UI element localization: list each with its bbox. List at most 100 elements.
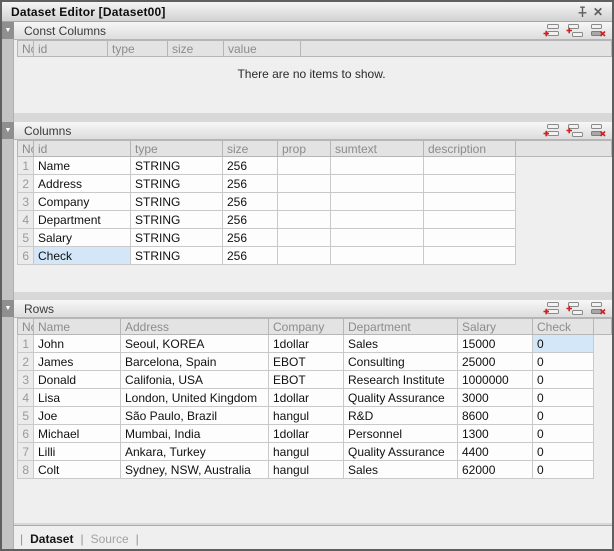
data-cell[interactable]: hangul [269,461,344,479]
data-cell[interactable]: STRING [131,229,223,247]
column-header[interactable]: prop [278,141,331,157]
column-header[interactable]: value [224,41,301,57]
column-header[interactable]: Department [344,319,458,335]
data-cell[interactable] [424,175,516,193]
data-cell[interactable]: 256 [223,247,278,265]
data-cell[interactable] [331,247,424,265]
data-cell[interactable] [331,175,424,193]
delete-row-button[interactable] [589,23,606,38]
column-header[interactable]: No [18,141,34,157]
data-cell[interactable]: 1000000 [458,371,533,389]
column-header[interactable]: size [223,141,278,157]
data-cell[interactable]: STRING [131,175,223,193]
row-number-cell[interactable]: 5 [18,229,34,247]
data-cell[interactable] [278,193,331,211]
insert-row-button[interactable] [566,23,583,38]
data-cell[interactable]: 1dollar [269,425,344,443]
data-cell[interactable]: Colt [34,461,121,479]
row-number-cell[interactable]: 6 [18,425,34,443]
add-row-button[interactable] [543,123,560,138]
data-cell[interactable] [331,193,424,211]
tab-source[interactable]: Source [91,532,129,546]
row-number-cell[interactable]: 2 [18,175,34,193]
data-cell[interactable]: 0 [533,425,594,443]
data-cell[interactable]: 4400 [458,443,533,461]
data-cell[interactable]: London, United Kingdom [121,389,269,407]
data-cell[interactable]: STRING [131,193,223,211]
data-cell[interactable]: John [34,335,121,353]
data-cell[interactable]: 1dollar [269,389,344,407]
data-cell[interactable]: Quality Assurance [344,443,458,461]
data-cell[interactable] [424,157,516,175]
add-row-button[interactable] [543,23,560,38]
pin-button[interactable] [574,4,590,19]
data-cell[interactable]: Califonia, USA [121,371,269,389]
data-cell[interactable]: Address [34,175,131,193]
data-cell[interactable]: 0 [533,389,594,407]
tab-dataset[interactable]: Dataset [30,532,73,546]
row-number-cell[interactable]: 4 [18,389,34,407]
data-cell[interactable]: Sales [344,461,458,479]
row-number-cell[interactable]: 8 [18,461,34,479]
column-header[interactable]: type [108,41,168,57]
data-cell[interactable]: STRING [131,157,223,175]
data-cell[interactable]: 1300 [458,425,533,443]
data-cell[interactable]: 256 [223,229,278,247]
data-cell[interactable]: James [34,353,121,371]
data-cell[interactable]: Department [34,211,131,229]
data-cell[interactable]: Personnel [344,425,458,443]
data-cell[interactable]: Quality Assurance [344,389,458,407]
data-cell[interactable] [278,211,331,229]
data-cell[interactable]: 3000 [458,389,533,407]
collapse-columns-button[interactable]: ▼ [2,122,14,139]
row-number-cell[interactable]: 6 [18,247,34,265]
row-number-cell[interactable]: 5 [18,407,34,425]
row-number-cell[interactable]: 4 [18,211,34,229]
data-cell[interactable]: 256 [223,175,278,193]
data-cell[interactable]: hangul [269,407,344,425]
data-cell[interactable] [424,229,516,247]
insert-row-button[interactable] [566,301,583,316]
column-header[interactable]: size [168,41,224,57]
data-cell[interactable]: Company [34,193,131,211]
column-header[interactable]: No [18,41,34,57]
data-cell[interactable]: 62000 [458,461,533,479]
collapse-const-columns-button[interactable]: ▼ [2,22,14,39]
data-cell[interactable]: R&D [344,407,458,425]
data-cell[interactable]: 8600 [458,407,533,425]
delete-row-button[interactable] [589,301,606,316]
data-cell[interactable] [424,193,516,211]
row-number-cell[interactable]: 7 [18,443,34,461]
column-header[interactable]: sumtext [331,141,424,157]
column-header[interactable]: No [18,319,34,335]
data-cell[interactable] [278,229,331,247]
data-cell[interactable] [424,211,516,229]
data-cell[interactable]: 0 [533,371,594,389]
data-cell[interactable]: Lisa [34,389,121,407]
row-number-cell[interactable]: 3 [18,193,34,211]
data-cell[interactable]: Barcelona, Spain [121,353,269,371]
data-cell[interactable] [331,211,424,229]
data-cell[interactable]: STRING [131,211,223,229]
data-cell[interactable]: hangul [269,443,344,461]
data-cell[interactable]: Research Institute [344,371,458,389]
close-button[interactable]: ✕ [590,4,606,19]
column-header[interactable]: description [424,141,516,157]
data-cell[interactable]: Mumbai, India [121,425,269,443]
data-cell[interactable]: 256 [223,211,278,229]
data-cell[interactable]: 256 [223,193,278,211]
data-cell[interactable] [278,175,331,193]
insert-row-button[interactable] [566,123,583,138]
data-cell[interactable]: 0 [533,443,594,461]
data-cell[interactable] [331,157,424,175]
data-cell[interactable]: Michael [34,425,121,443]
column-header[interactable]: Company [269,319,344,335]
data-cell[interactable]: Check [34,247,131,265]
column-header[interactable]: Name [34,319,121,335]
data-cell[interactable]: 0 [533,335,594,353]
data-cell[interactable]: 0 [533,353,594,371]
data-cell[interactable]: Sales [344,335,458,353]
data-cell[interactable]: EBOT [269,353,344,371]
data-cell[interactable]: STRING [131,247,223,265]
data-cell[interactable]: 256 [223,157,278,175]
